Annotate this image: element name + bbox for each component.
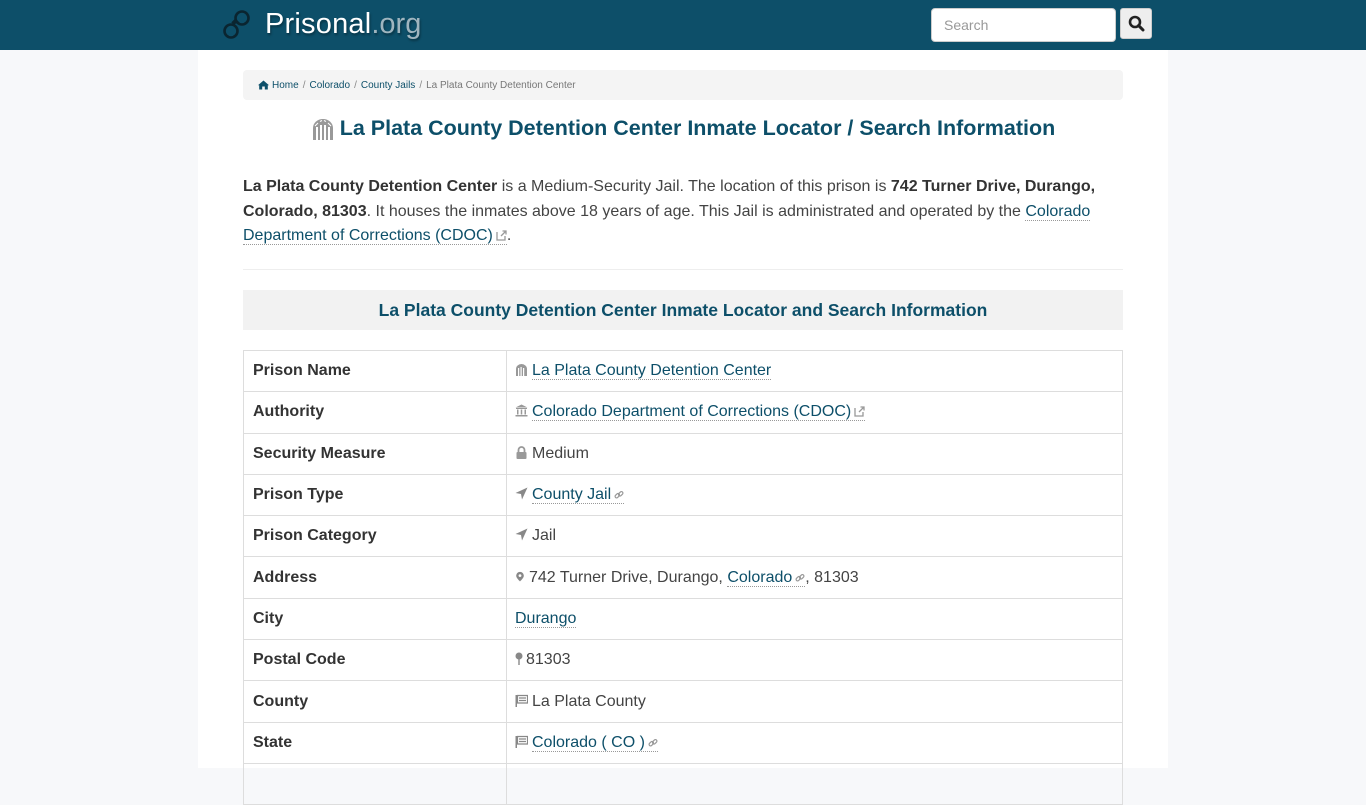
breadcrumb-separator: / — [354, 79, 357, 91]
row-label: County — [243, 680, 507, 723]
address-state-link[interactable]: Colorado — [727, 568, 806, 587]
section-heading: La Plata County Detention Center Inmate … — [243, 290, 1123, 330]
table-row: Security Measure Medium — [243, 432, 1123, 475]
handcuffs-icon — [223, 9, 250, 39]
row-label: Authority — [243, 391, 507, 434]
breadcrumb-home[interactable]: Home — [272, 80, 299, 91]
intro-paragraph: La Plata County Detention Center is a Me… — [243, 175, 1123, 249]
table-row: Prison Name La Plata County Detention Ce… — [243, 349, 1123, 393]
breadcrumb-separator: / — [419, 79, 423, 91]
breadcrumb-separator: / — [302, 79, 306, 91]
breadcrumb-colorado[interactable]: Colorado — [309, 80, 350, 91]
prison-name-link[interactable]: La Plata County Detention Center — [532, 362, 772, 381]
row-value — [506, 762, 1123, 805]
home-icon — [258, 80, 269, 90]
table-row: State Colorado ( CO ) — [243, 721, 1123, 764]
prison-category-value: Jail — [532, 527, 557, 545]
city-link[interactable]: Durango — [515, 609, 577, 628]
table-row — [243, 762, 1123, 805]
prison-type-text: County Jail — [532, 486, 612, 504]
search-icon — [1128, 15, 1144, 32]
row-value: 81303 — [506, 639, 1123, 682]
table-row: County La Plata County — [243, 680, 1123, 723]
location-arrow-icon — [515, 487, 528, 500]
prison-info-table: Prison Name La Plata County Detention Ce… — [243, 349, 1123, 805]
location-arrow-icon — [515, 528, 528, 541]
lock-icon — [516, 445, 527, 459]
row-label: City — [243, 597, 507, 641]
row-value: County Jail — [506, 473, 1123, 517]
authority-link-text: Colorado Department of Corrections (CDOC… — [532, 403, 852, 421]
row-label — [243, 762, 507, 805]
address-postal: , 81303 — [805, 568, 859, 586]
security-value: Medium — [532, 444, 589, 462]
table-row: Authority Colorado Department of Correct… — [243, 391, 1123, 434]
row-value: Durango — [506, 597, 1123, 641]
search-form — [931, 8, 1152, 42]
row-value: La Plata County Detention Center — [506, 349, 1123, 393]
breadcrumb-county-jails[interactable]: County Jails — [361, 80, 415, 91]
row-value: 742 Turner Drive, Durango, Colorado , 813… — [506, 556, 1123, 599]
intro-prison-name: La Plata County Detention Center — [243, 178, 498, 195]
prison-icon — [312, 118, 333, 140]
table-row: Postal Code 81303 — [243, 639, 1123, 682]
map-pin-icon — [515, 652, 523, 666]
row-label: Address — [243, 556, 507, 599]
flag-icon — [515, 694, 528, 707]
table-row: Address 742 Turner Drive, Durango, Color… — [243, 556, 1123, 599]
link-icon — [795, 573, 805, 582]
table-row: City Durango — [243, 597, 1123, 641]
table-row: Prison Type County Jail — [243, 473, 1123, 517]
external-link-icon — [854, 406, 865, 418]
link-icon — [648, 738, 658, 747]
breadcrumb: Home / Colorado / County Jails / La Plat… — [243, 70, 1123, 100]
breadcrumb-current: La Plata County Detention Center — [426, 79, 576, 91]
flag-icon — [515, 735, 528, 748]
external-link-icon — [496, 230, 507, 241]
brand-tld: .org — [371, 8, 422, 40]
state-link-text: Colorado ( CO ) — [532, 733, 645, 751]
row-label: State — [243, 721, 507, 764]
row-value: Colorado Department of Corrections (CDOC… — [506, 391, 1123, 434]
row-value: La Plata County — [506, 680, 1123, 723]
main-container: Home / Colorado / County Jails / La Plat… — [198, 50, 1168, 805]
page-title-text: La Plata County Detention Center Inmate … — [339, 116, 1056, 140]
search-input[interactable] — [931, 8, 1116, 42]
row-value: Medium — [506, 432, 1123, 475]
row-label: Security Measure — [243, 432, 507, 475]
intro-text: . It houses the inmates above 18 years o… — [366, 202, 1026, 220]
address-state-text: Colorado — [727, 568, 793, 586]
authority-link[interactable]: Colorado Department of Corrections (CDOC… — [532, 403, 866, 422]
row-value: Colorado ( CO ) — [506, 721, 1123, 764]
prison-type-link[interactable]: County Jail — [532, 486, 625, 505]
divider — [243, 269, 1123, 270]
brand-name: Prisonal — [265, 8, 372, 40]
brand-logo-link[interactable]: Prisonal .org — [221, 8, 421, 41]
intro-text: . — [506, 227, 512, 244]
row-label: Prison Type — [243, 473, 507, 517]
bank-icon — [515, 404, 528, 417]
prison-icon — [516, 364, 527, 377]
intro-text: is a Medium-Security Jail. The location … — [497, 178, 891, 195]
row-label: Prison Name — [243, 349, 507, 393]
table-row: Prison Category Jail — [243, 515, 1123, 558]
postal-code-value: 81303 — [526, 651, 571, 669]
row-value: Jail — [506, 515, 1123, 558]
navbar: Prisonal .org — [0, 0, 1366, 50]
link-icon — [614, 491, 624, 499]
address-text: 742 Turner Drive, Durango, — [529, 568, 728, 586]
map-marker-icon — [516, 571, 524, 581]
page-title: La Plata County Detention Center Inmate … — [243, 116, 1123, 141]
row-label: Prison Category — [243, 515, 507, 558]
county-value: La Plata County — [532, 692, 646, 710]
state-link[interactable]: Colorado ( CO ) — [532, 733, 658, 752]
search-button[interactable] — [1120, 8, 1152, 39]
row-label: Postal Code — [243, 639, 507, 682]
